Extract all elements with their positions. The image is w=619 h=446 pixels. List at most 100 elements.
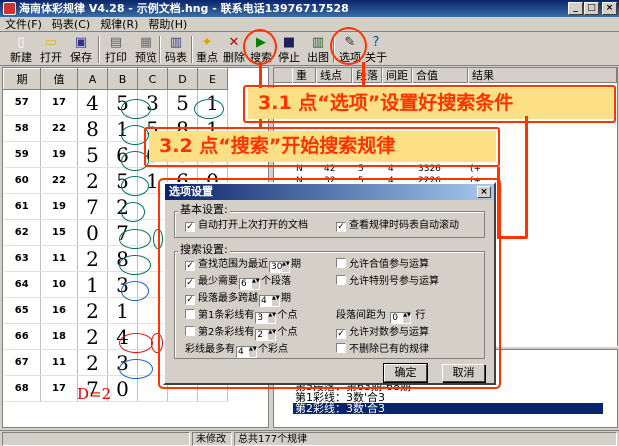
results-header: 重 线点 段落 间距 合值 结果 bbox=[274, 68, 617, 83]
grid-cell: 57 bbox=[3, 89, 41, 116]
grid-cell: 68 bbox=[3, 375, 41, 402]
grid-cell: 22 bbox=[40, 167, 78, 194]
grid-cell: 5 bbox=[167, 89, 198, 116]
save-icon: ▣ bbox=[74, 35, 88, 50]
grid-cell: 8 bbox=[77, 115, 108, 142]
app-logo-icon bbox=[3, 2, 16, 15]
toolbar-print-button[interactable]: ▤ 打印 bbox=[101, 34, 131, 65]
col-header-weight[interactable]: 重 bbox=[292, 68, 316, 83]
grid-cell: 19 bbox=[40, 193, 78, 220]
close-button[interactable]: × bbox=[602, 2, 617, 15]
grid-cell: 5 bbox=[77, 141, 108, 168]
toolbar-open-button[interactable]: ▭ 打开 bbox=[36, 34, 66, 65]
grid-cell: 2 bbox=[77, 323, 108, 350]
grid-cell: 65 bbox=[3, 297, 41, 324]
grid-cell: 2 bbox=[77, 167, 108, 194]
new-doc-icon: ▯ bbox=[17, 35, 25, 50]
grid-cell: 4 bbox=[77, 89, 108, 116]
status-bar: 未修改 总共177个规律 bbox=[0, 430, 619, 446]
grid-cell: 10 bbox=[40, 271, 78, 298]
grid-cell: 17 bbox=[40, 89, 78, 116]
menu-code-table[interactable]: 码表(C) bbox=[47, 17, 95, 32]
grid-col-header[interactable]: B bbox=[107, 68, 138, 90]
menu-bar: 文件(F) 码表(C) 规律(R) 帮助(H) bbox=[0, 17, 619, 32]
toolbar-chart-button[interactable]: ▥ 出图 bbox=[303, 34, 333, 65]
folder-icon: ▭ bbox=[44, 35, 58, 50]
dialog-highlight-frame bbox=[158, 178, 501, 389]
number-circle-mark bbox=[119, 229, 151, 249]
grid-cell: 60 bbox=[3, 167, 41, 194]
toolbar-new-button[interactable]: ▯ 新建 bbox=[6, 34, 36, 65]
number-circle-mark bbox=[121, 99, 151, 119]
col-header-spacing[interactable]: 间距 bbox=[382, 68, 412, 83]
toolbar-key-button[interactable]: ✦ 重点 bbox=[193, 34, 221, 65]
grid-col-header[interactable]: D bbox=[167, 68, 198, 90]
options-button-highlight bbox=[330, 27, 367, 65]
status-pane-main bbox=[2, 432, 190, 446]
grid-col-header[interactable]: A bbox=[77, 68, 108, 90]
status-rule-count: 总共177个规律 bbox=[234, 432, 617, 446]
grid-cell: 58 bbox=[3, 115, 41, 142]
chart-icon: ▥ bbox=[311, 35, 325, 50]
menu-rules[interactable]: 规律(R) bbox=[95, 17, 143, 32]
status-modified: 未修改 bbox=[192, 432, 232, 446]
grid-cell: 22 bbox=[40, 115, 78, 142]
grid-cell: 15 bbox=[40, 219, 78, 246]
col-header-sum[interactable]: 合值 bbox=[412, 68, 468, 83]
step2-callout: 3.2 点“搜索”开始搜索规律 bbox=[149, 131, 496, 162]
grid-cell: 0 bbox=[77, 219, 108, 246]
col-header-segments[interactable]: 段落 bbox=[352, 68, 382, 83]
title-bar: 海南体彩规律 V4.28 - 示例文档.hng - 联系电话1397671752… bbox=[0, 0, 619, 17]
about-icon: ? bbox=[372, 35, 380, 50]
grid-cell: 66 bbox=[3, 323, 41, 350]
grid-col-header[interactable]: 值 bbox=[40, 68, 78, 90]
number-circle-mark bbox=[121, 281, 149, 301]
grid-col-header[interactable]: E bbox=[197, 68, 228, 90]
toolbar-stop-button[interactable]: ■ 停止 bbox=[275, 34, 303, 65]
grid-cell: 2 bbox=[77, 297, 108, 324]
menu-file[interactable]: 文件(F) bbox=[0, 17, 47, 32]
d-value-label: D=2 bbox=[77, 385, 112, 403]
grid-cell: 62 bbox=[3, 219, 41, 246]
grid-cell: 0 bbox=[107, 375, 138, 402]
grid-cell: 19 bbox=[40, 141, 78, 168]
window-title: 海南体彩规律 V4.28 - 示例文档.hng - 联系电话1397671752… bbox=[19, 2, 349, 15]
grid-cell: 1 bbox=[77, 271, 108, 298]
number-circle-mark bbox=[119, 333, 153, 353]
number-circle-mark bbox=[194, 99, 224, 119]
grid-cell: 64 bbox=[3, 271, 41, 298]
toolbar-preview-button[interactable]: ▦ 预览 bbox=[131, 34, 161, 65]
step1-callout: 3.1 点“选项”设置好搜索条件 bbox=[248, 88, 613, 119]
toolbar-save-button[interactable]: ▣ 保存 bbox=[66, 34, 96, 65]
toolbar-separator bbox=[98, 36, 100, 63]
table-icon: ▥ bbox=[169, 35, 183, 50]
grid-cell: 18 bbox=[40, 323, 78, 350]
toolbar: ▯ 新建 ▭ 打开 ▣ 保存 ▤ 打印 ▦ 预览 ▥ 码表 ✦ 重点 ✕ 删除 ▶ 搜索 ■ 停止 … bbox=[0, 33, 619, 66]
grid-cell: 7 bbox=[77, 193, 108, 220]
toolbar-about-button[interactable]: ? 关于 bbox=[363, 34, 389, 65]
delete-icon: ✕ bbox=[228, 35, 240, 50]
grid-cell: 11 bbox=[40, 245, 78, 272]
minimize-button[interactable]: _ bbox=[568, 2, 583, 15]
list-item-selected[interactable]: 第2彩线：3数'合3 bbox=[293, 403, 603, 414]
callout-connector bbox=[362, 62, 365, 86]
grid-cell: 1 bbox=[107, 297, 138, 324]
grid-cell: 59 bbox=[3, 141, 41, 168]
number-circle-mark bbox=[121, 176, 149, 196]
menu-help[interactable]: 帮助(H) bbox=[143, 17, 192, 32]
stop-icon: ■ bbox=[282, 35, 296, 50]
number-circle-mark bbox=[121, 202, 145, 222]
grid-col-header[interactable]: 期 bbox=[3, 68, 41, 90]
toolbar-code-table-button[interactable]: ▥ 码表 bbox=[161, 34, 191, 65]
grid-cell: 16 bbox=[40, 297, 78, 324]
col-header-result[interactable]: 结果 bbox=[468, 68, 617, 83]
grid-header-row: 期值ABCDE bbox=[3, 68, 228, 90]
grid-cell: 17 bbox=[40, 375, 78, 402]
maximize-button[interactable]: □ bbox=[584, 2, 599, 15]
grid-cell: 63 bbox=[3, 245, 41, 272]
callout-connector bbox=[525, 116, 528, 238]
grid-col-header[interactable]: C bbox=[137, 68, 168, 90]
star-icon: ✦ bbox=[201, 35, 213, 50]
col-header-line-points[interactable]: 线点 bbox=[316, 68, 352, 83]
grid-cell: 11 bbox=[40, 349, 78, 376]
